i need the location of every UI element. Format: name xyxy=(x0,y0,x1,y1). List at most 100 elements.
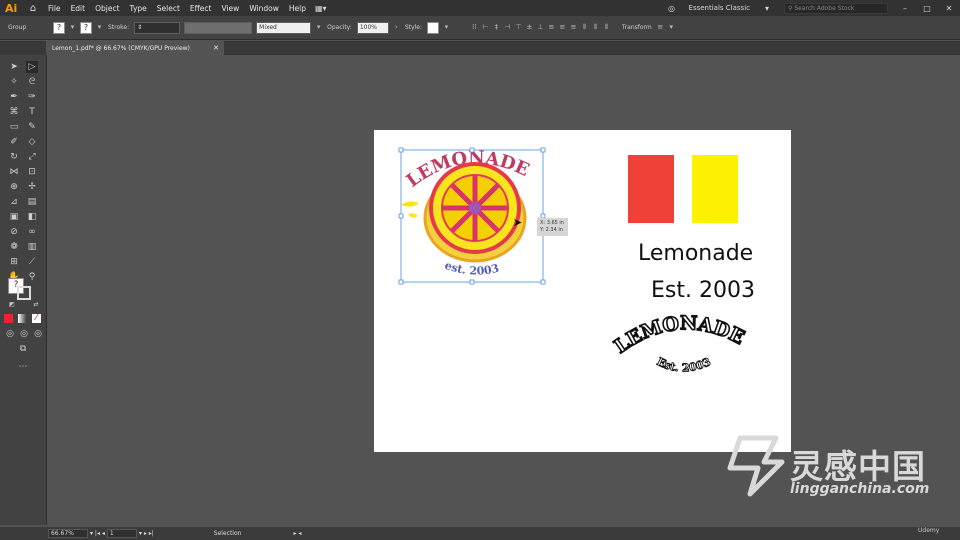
minimize-icon[interactable]: – xyxy=(894,4,916,13)
gradient-mode-icon[interactable] xyxy=(18,314,27,323)
draw-inside-icon[interactable]: ◎ xyxy=(32,328,44,340)
menu-effect[interactable]: Effect xyxy=(185,4,217,13)
status-scroll-left-icon[interactable]: ◂ xyxy=(296,530,301,537)
style-dropdown-icon[interactable]: ▾ xyxy=(442,23,451,33)
artboard-tool-icon[interactable]: ⊞ xyxy=(8,256,20,268)
draw-normal-icon[interactable]: ◎ xyxy=(4,328,16,340)
selection-tool-icon[interactable]: ➤ xyxy=(8,61,20,73)
brush-definition[interactable]: Mixed xyxy=(256,21,312,34)
magic-wand-tool-icon[interactable]: ✧ xyxy=(8,76,20,88)
first-artboard-icon[interactable]: |◂ xyxy=(95,530,102,537)
variable-width-profile[interactable] xyxy=(184,21,253,34)
menu-edit[interactable]: Edit xyxy=(66,4,91,13)
stroke-dropdown-icon[interactable]: ▾ xyxy=(95,23,104,33)
gradient-tool-icon[interactable]: ▣ xyxy=(8,211,20,223)
brush-dropdown-icon[interactable]: ▾ xyxy=(314,23,323,33)
menu-type[interactable]: Type xyxy=(125,4,152,13)
lasso-tool-icon[interactable]: ᘓ xyxy=(26,76,38,88)
symbol-sprayer-tool-icon[interactable]: ❁ xyxy=(8,241,20,253)
home-icon[interactable]: ⌂ xyxy=(23,3,43,14)
eraser-tool-icon[interactable]: ◇ xyxy=(26,136,38,148)
default-colors-icon[interactable]: ◩ xyxy=(6,299,18,311)
arrange-documents-icon[interactable]: ▦▾ xyxy=(311,4,331,13)
distribute-right-icon[interactable]: ⦀ xyxy=(602,23,611,33)
shaper-tool-icon[interactable]: ✐ xyxy=(8,136,20,148)
stroke-swatch[interactable]: ? xyxy=(80,21,92,34)
graph-tool-icon[interactable]: ▥ xyxy=(26,241,38,253)
artboard-number-field[interactable]: 1 xyxy=(106,529,137,538)
title-text[interactable]: Lemonade xyxy=(638,241,753,266)
swap-colors-icon[interactable]: ⇄ xyxy=(30,299,42,311)
prev-artboard-icon[interactable]: ◂ xyxy=(102,530,105,537)
chevron-down-icon[interactable]: ▾ xyxy=(756,4,778,13)
blend-tool-icon[interactable]: ∞ xyxy=(26,226,38,238)
fill-swatch[interactable]: ? xyxy=(53,21,65,34)
mesh-tool-icon[interactable]: ▤ xyxy=(26,196,38,208)
shape-builder-tool-icon[interactable]: ⊕ xyxy=(8,181,20,193)
rectangle-tool-icon[interactable]: ▭ xyxy=(8,121,20,133)
scale-tool-icon[interactable]: ⤢ xyxy=(26,151,38,163)
direct-selection-tool-icon[interactable]: ▷ xyxy=(26,61,38,73)
workspace-switcher[interactable]: Essentials Classic xyxy=(683,4,756,12)
stroke-weight-field[interactable]: ⇕ xyxy=(134,21,181,34)
distribute-hcenter-icon[interactable]: ⦀ xyxy=(591,23,600,33)
maximize-icon[interactable]: □ xyxy=(916,4,938,13)
rotate-tool-icon[interactable]: ↻ xyxy=(8,151,20,163)
eyedropper-tool-icon[interactable]: ⊘ xyxy=(8,226,20,238)
zoom-tool-icon[interactable]: ⚲ xyxy=(26,271,38,283)
align-middle-icon[interactable]: ± xyxy=(525,23,534,33)
stock-search-input[interactable]: ⚲ Search Adobe Stock xyxy=(784,2,888,14)
menu-window[interactable]: Window xyxy=(244,4,284,13)
align-left-icon[interactable]: ⊢ xyxy=(481,23,490,33)
fill-dropdown-icon[interactable]: ▾ xyxy=(68,23,77,33)
align-center-icon[interactable]: ‡ xyxy=(492,23,501,33)
menu-object[interactable]: Object xyxy=(90,4,124,13)
menu-view[interactable]: View xyxy=(217,4,245,13)
curvature-tool-icon[interactable]: ✑ xyxy=(26,91,38,103)
width-tool-icon[interactable]: ⋈ xyxy=(8,166,20,178)
pen-tool-icon[interactable]: ✒ xyxy=(8,91,20,103)
none-mode-icon[interactable]: ⁄ xyxy=(32,314,41,323)
red-swatch[interactable] xyxy=(628,155,674,223)
zoom-level-field[interactable]: 66.67% xyxy=(48,529,88,538)
perspective-grid-tool-icon[interactable]: ⊿ xyxy=(8,196,20,208)
lemon-logo[interactable]: LEMONADE est. 2003 xyxy=(398,147,546,285)
yellow-swatch[interactable] xyxy=(692,155,738,223)
align-to-icon[interactable]: ⁞⁞ xyxy=(470,23,479,33)
opacity-label[interactable]: Opacity: xyxy=(327,24,352,31)
close-window-icon[interactable]: ✕ xyxy=(938,4,960,13)
panel-menu-icon[interactable]: ≡ xyxy=(656,23,665,33)
slice-tool-icon[interactable]: ⟋ xyxy=(26,256,38,268)
align-bottom-icon[interactable]: ⊥ xyxy=(536,23,545,33)
edit-toolbar-icon[interactable]: ⋯ xyxy=(17,361,29,373)
gradient-swatch-icon[interactable]: ◧ xyxy=(26,211,38,223)
paintbrush-tool-icon[interactable]: ✎ xyxy=(26,121,38,133)
artwork-canvas[interactable]: LEMONADE est. 2003 Lemonade Est. 2003 LE… xyxy=(374,130,791,452)
outline-est-text[interactable]: Est. 2003 xyxy=(654,355,713,375)
stroke-color-icon[interactable] xyxy=(17,286,31,300)
outline-arc-text[interactable]: LEMONADE xyxy=(610,312,749,359)
transform-link[interactable]: Transform xyxy=(622,24,652,31)
style-swatch[interactable] xyxy=(426,21,439,34)
menu-help[interactable]: Help xyxy=(284,4,311,13)
distribute-left-icon[interactable]: ⦀ xyxy=(580,23,589,33)
type-tool-icon[interactable]: T xyxy=(26,106,38,118)
opacity-arrow-icon[interactable]: › xyxy=(392,23,401,33)
close-tab-icon[interactable]: ✕ xyxy=(213,44,219,52)
color-mode-icon[interactable] xyxy=(4,314,13,323)
artboard[interactable]: LEMONADE est. 2003 Lemonade Est. 2003 LE… xyxy=(374,130,791,452)
puppet-warp-tool-icon[interactable]: ✢ xyxy=(26,181,38,193)
screen-mode-icon[interactable]: ⧉ xyxy=(17,343,29,355)
align-top-icon[interactable]: ⊤ xyxy=(514,23,523,33)
align-right-icon[interactable]: ⊣ xyxy=(503,23,512,33)
opacity-field[interactable]: 100% xyxy=(356,21,389,34)
distribute-top-icon[interactable]: ≡ xyxy=(547,23,556,33)
status-mode[interactable]: Selection xyxy=(214,530,242,537)
menu-file[interactable]: File xyxy=(43,4,66,13)
distribute-bottom-icon[interactable]: ≡ xyxy=(569,23,578,33)
draw-behind-icon[interactable]: ◎ xyxy=(18,328,30,340)
lightbulb-icon[interactable]: ◎ xyxy=(661,4,683,13)
menu-select[interactable]: Select xyxy=(152,4,185,13)
est-text[interactable]: Est. 2003 xyxy=(651,278,755,303)
distribute-vcenter-icon[interactable]: ≡ xyxy=(558,23,567,33)
